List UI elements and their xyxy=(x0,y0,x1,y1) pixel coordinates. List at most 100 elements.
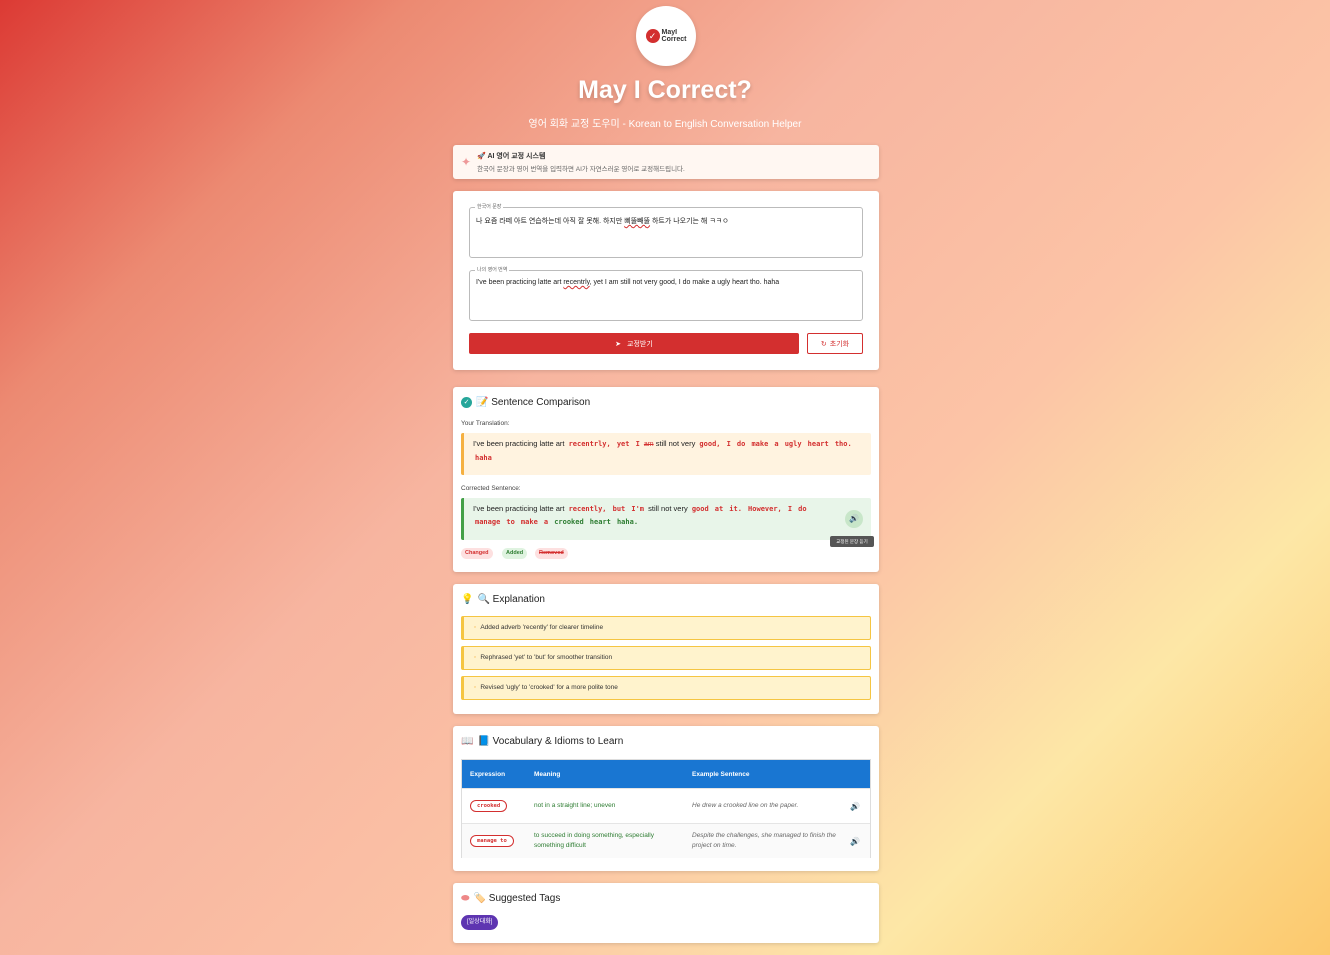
bullet-icon: ◦ xyxy=(474,624,477,631)
english-text-a: I've been practicing latte art xyxy=(476,279,564,286)
reset-button[interactable]: ↻ 초기화 xyxy=(807,333,863,354)
expression-chip: crooked xyxy=(470,800,508,812)
example-cell: He drew a crooked line on the paper. xyxy=(692,802,799,809)
speaker-icon[interactable]: 🔊 xyxy=(845,510,863,528)
changed-word: to xyxy=(506,517,515,526)
tag-icon: ⬬ xyxy=(461,893,470,904)
changed-word: recently, xyxy=(568,505,607,513)
send-icon: ➤ xyxy=(615,340,622,348)
speaker-icon[interactable]: 🔊 xyxy=(850,789,860,823)
changed-word: good xyxy=(691,505,709,513)
legend-added: Added xyxy=(502,548,528,559)
explanation-title: 💡 🔍 Explanation xyxy=(461,594,545,605)
lightbulb-icon: 💡 xyxy=(461,594,474,605)
table-header: Expression Meaning Example Sentence xyxy=(462,760,870,788)
explanation-item: ◦ Rephrased 'yet' to 'but' for smoother t… xyxy=(461,646,871,670)
submit-correction-button[interactable]: ➤ 교정받기 xyxy=(469,333,799,354)
changed-word: but xyxy=(612,505,626,513)
added-word: heart xyxy=(589,517,611,526)
table-row: manage to to succeed in doing something,… xyxy=(462,823,870,858)
check-circle-icon: ✓ xyxy=(461,397,472,408)
changed-word: a xyxy=(774,440,779,448)
english-field-label: 나의 영어 번역 xyxy=(475,266,510,273)
english-text-misspelled: recentrly xyxy=(563,279,590,286)
added-word: crooked xyxy=(554,517,584,526)
your-translation-label: Your Translation: xyxy=(461,420,510,427)
changed-word: good, xyxy=(699,440,721,448)
meaning-cell: not in a straight line; uneven xyxy=(534,802,616,809)
changed-word: at xyxy=(714,505,724,513)
reset-label: 초기화 xyxy=(829,340,850,348)
tags-title: ⬬ 🏷️ Suggested Tags xyxy=(461,893,560,904)
changed-word: a xyxy=(543,517,549,526)
added-word: haha. xyxy=(616,517,639,526)
your-translation-box: I've been practicing latte art recentrly… xyxy=(461,433,871,475)
logo-text-line2: Correct xyxy=(661,36,687,43)
bullet-icon: ◦ xyxy=(474,684,477,691)
vocabulary-card: 📖 📘 Vocabulary & Idioms to Learn Express… xyxy=(453,726,879,871)
korean-text-misspelled: 삐뚤빼뚤 xyxy=(624,218,651,225)
explanation-title-text: 🔍 Explanation xyxy=(477,594,545,605)
changed-word: it. xyxy=(729,505,742,513)
changed-word: haha xyxy=(475,453,492,462)
changed-word: make xyxy=(520,517,538,526)
legend-removed: Removed xyxy=(535,548,568,559)
korean-field-label: 한국어 문장 xyxy=(475,203,504,210)
unchanged-text: I've been practicing latte art xyxy=(473,504,565,513)
header-expression: Expression xyxy=(470,770,506,778)
changed-word: yet xyxy=(616,440,630,448)
english-field-value: I've been practicing latte art recentrly… xyxy=(476,279,779,286)
banner-text: 한국어 문장과 영어 번역을 입력하면 AI가 자연스러운 영어로 교정해드립니… xyxy=(477,166,685,173)
book-icon: 📖 xyxy=(461,736,474,747)
unchanged-text: I've been practicing latte art xyxy=(473,439,565,448)
header-meaning: Meaning xyxy=(534,770,561,778)
changed-word: I xyxy=(787,505,793,513)
explanation-text: Rephrased 'yet' to 'but' for smoother tr… xyxy=(480,654,613,661)
unchanged-text: still not very xyxy=(648,504,688,513)
changed-word: tho. xyxy=(834,440,852,448)
input-form: 한국어 문장 나 요즘 라떼 아트 연습하는데 아직 잘 못해. 하지만 삐뚤빼… xyxy=(453,191,879,370)
check-icon: ✓ xyxy=(645,29,660,43)
changed-word: do xyxy=(736,440,746,448)
vocabulary-table: Expression Meaning Example Sentence croo… xyxy=(461,759,871,858)
changed-word: do xyxy=(798,505,807,513)
changed-word: ugly xyxy=(784,440,802,448)
example-cell: Despite the challenges, she managed to f… xyxy=(692,832,836,849)
vocabulary-title-text: 📘 Vocabulary & Idioms to Learn xyxy=(477,736,624,747)
comparison-title: ✓ 📝 Sentence Comparison xyxy=(461,397,590,408)
expression-chip: manage to xyxy=(470,835,514,847)
table-row: crooked not in a straight line; uneven H… xyxy=(462,788,870,823)
removed-word: am xyxy=(643,441,654,448)
changed-word: I xyxy=(726,440,731,448)
changed-word: heart xyxy=(807,440,829,448)
suggested-tags-card: ⬬ 🏷️ Suggested Tags [일상대화] xyxy=(453,883,879,943)
english-text-b: , yet I am still not very good, I do mak… xyxy=(589,279,780,286)
explanation-card: 💡 🔍 Explanation ◦ Added adverb 'recently'… xyxy=(453,584,879,714)
logo-text-line1: MayI xyxy=(661,29,678,36)
speaker-icon[interactable]: 🔊 xyxy=(850,824,860,858)
submit-label: 교정받기 xyxy=(627,340,653,348)
meaning-cell: to succeed in doing something, especiall… xyxy=(534,832,654,849)
header-example: Example Sentence xyxy=(692,770,750,778)
unchanged-text: still not very xyxy=(655,439,696,448)
info-banner: ✦ 🚀 AI 영어 교정 시스템 한국어 문장과 영어 번역을 입력하면 AI가… xyxy=(453,145,879,179)
explanation-item: ◦ Added adverb 'recently' for clearer tim… xyxy=(461,616,871,640)
sentence-comparison-card: ✓ 📝 Sentence Comparison Your Translation… xyxy=(453,387,879,572)
changed-word: manage xyxy=(475,517,501,526)
tags-title-text: 🏷️ Suggested Tags xyxy=(473,893,561,904)
korean-sentence-field[interactable]: 한국어 문장 나 요즘 라떼 아트 연습하는데 아직 잘 못해. 하지만 삐뚤빼… xyxy=(469,203,863,258)
changed-word: recentrly, xyxy=(568,440,611,448)
sparkle-icon: ✦ xyxy=(461,155,472,169)
korean-text-a: 나 요즘 라떼 아트 연습하는데 아직 잘 못해. 하지만 xyxy=(476,218,625,225)
explanation-text: Revised 'ugly' to 'crooked' for a more p… xyxy=(480,684,618,691)
tag-chip[interactable]: [일상대화] xyxy=(461,915,499,930)
listen-tooltip: 교정된 문장 듣기 xyxy=(830,536,874,547)
explanation-text: Added adverb 'recently' for clearer time… xyxy=(480,624,604,631)
vocabulary-title: 📖 📘 Vocabulary & Idioms to Learn xyxy=(461,736,623,747)
comparison-title-text: 📝 Sentence Comparison xyxy=(476,397,591,408)
refresh-icon: ↻ xyxy=(820,340,827,348)
page-title: May I Correct? xyxy=(578,76,752,104)
english-translation-field[interactable]: 나의 영어 번역 I've been practicing latte art … xyxy=(469,266,863,321)
changed-word: However, xyxy=(748,505,782,513)
banner-title: 🚀 AI 영어 교정 시스템 xyxy=(477,153,546,160)
